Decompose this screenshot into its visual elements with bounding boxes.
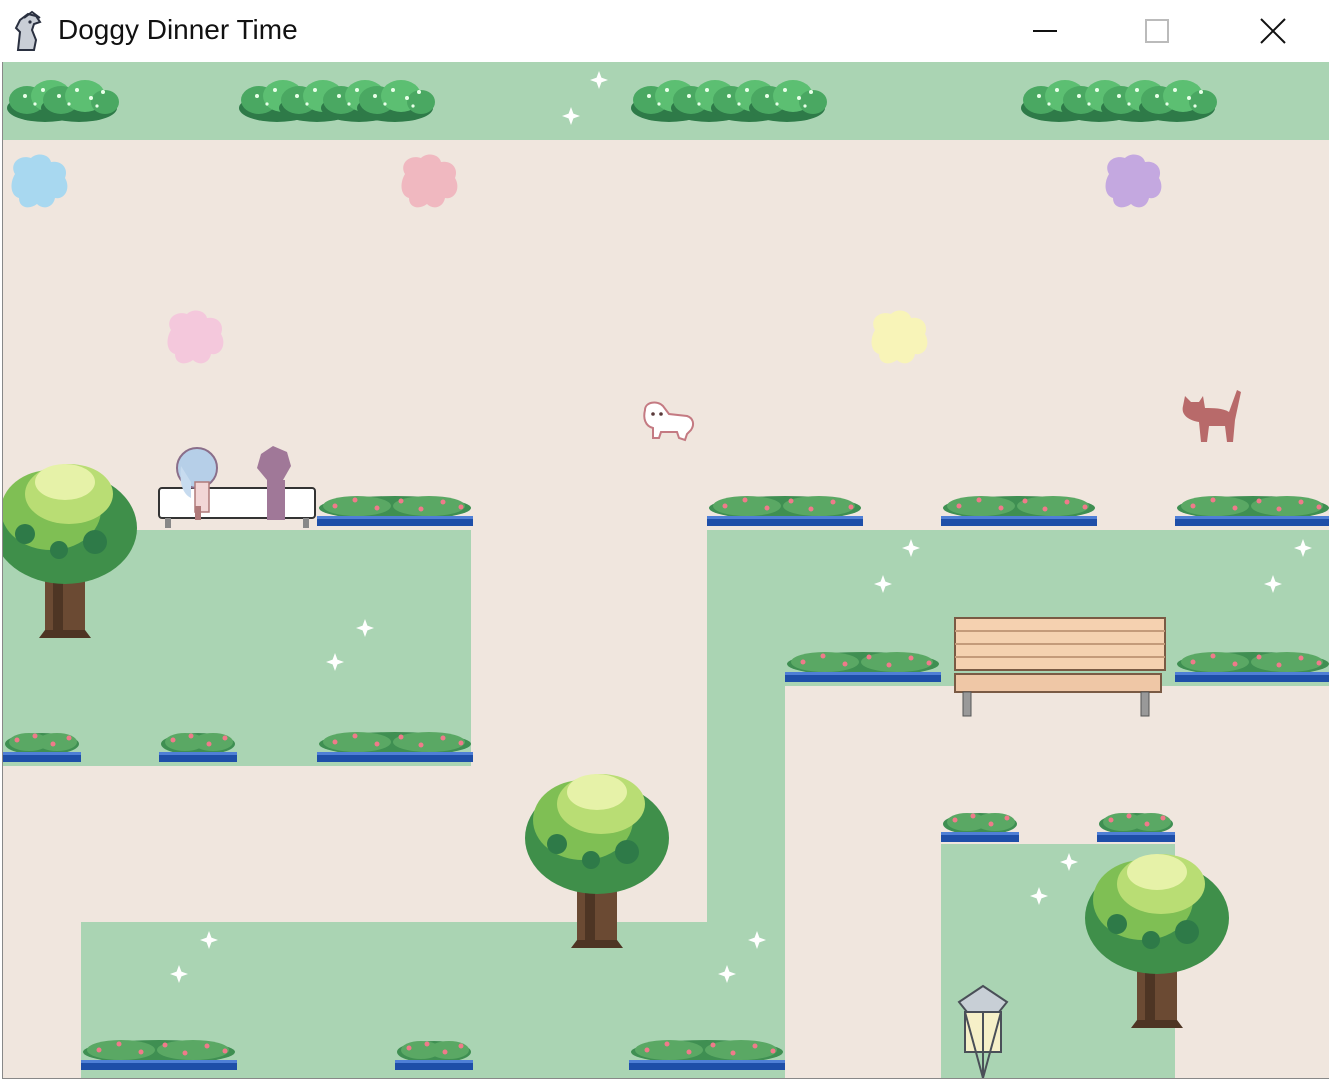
player-dog (643, 401, 695, 442)
ghost-dog-blue (11, 154, 68, 208)
hedge (7, 80, 119, 122)
game-window: Doggy Dinner Time (0, 0, 1329, 1080)
flower-planter (785, 652, 941, 682)
flower-planter (1175, 652, 1329, 682)
cat (1182, 390, 1241, 442)
title-bar[interactable]: Doggy Dinner Time (0, 0, 1329, 62)
flower-planter (317, 496, 473, 526)
flower-planter (159, 733, 237, 762)
flower-planter (317, 732, 473, 762)
flower-planter (395, 1041, 473, 1070)
window-title: Doggy Dinner Time (58, 14, 298, 45)
tree (3, 464, 137, 638)
ghost-dog-purple (1105, 154, 1162, 208)
maximize-icon (1145, 19, 1169, 43)
maximize-button[interactable] (1102, 0, 1212, 62)
ghost-dog-yellow (871, 310, 928, 364)
ghost-dog-light-pink (167, 310, 224, 364)
flower-planter (707, 496, 863, 526)
lamp-post (957, 984, 1009, 1078)
game-canvas[interactable] (2, 62, 1329, 1079)
close-icon (1260, 18, 1286, 44)
flower-planter (1175, 496, 1329, 526)
flower-planter (629, 1040, 785, 1070)
horse-icon (14, 10, 42, 51)
sparkles (170, 71, 1312, 983)
scene-layer (3, 71, 1329, 1078)
flower-planter (941, 813, 1019, 842)
ghost-dog-pink (401, 154, 458, 208)
white-bench (158, 487, 316, 528)
flower-planter (941, 496, 1097, 526)
hedge (1021, 80, 1217, 122)
flower-planter (1097, 813, 1175, 842)
wooden-bench (954, 617, 1166, 717)
hedge (631, 80, 827, 122)
flower-planter (81, 1040, 237, 1070)
tree (525, 774, 669, 948)
minimize-icon (1033, 30, 1057, 32)
tree (1085, 854, 1229, 1028)
minimize-button[interactable] (990, 0, 1100, 62)
flower-planter (3, 733, 81, 762)
close-button[interactable] (1218, 0, 1328, 62)
hedge (239, 80, 435, 122)
